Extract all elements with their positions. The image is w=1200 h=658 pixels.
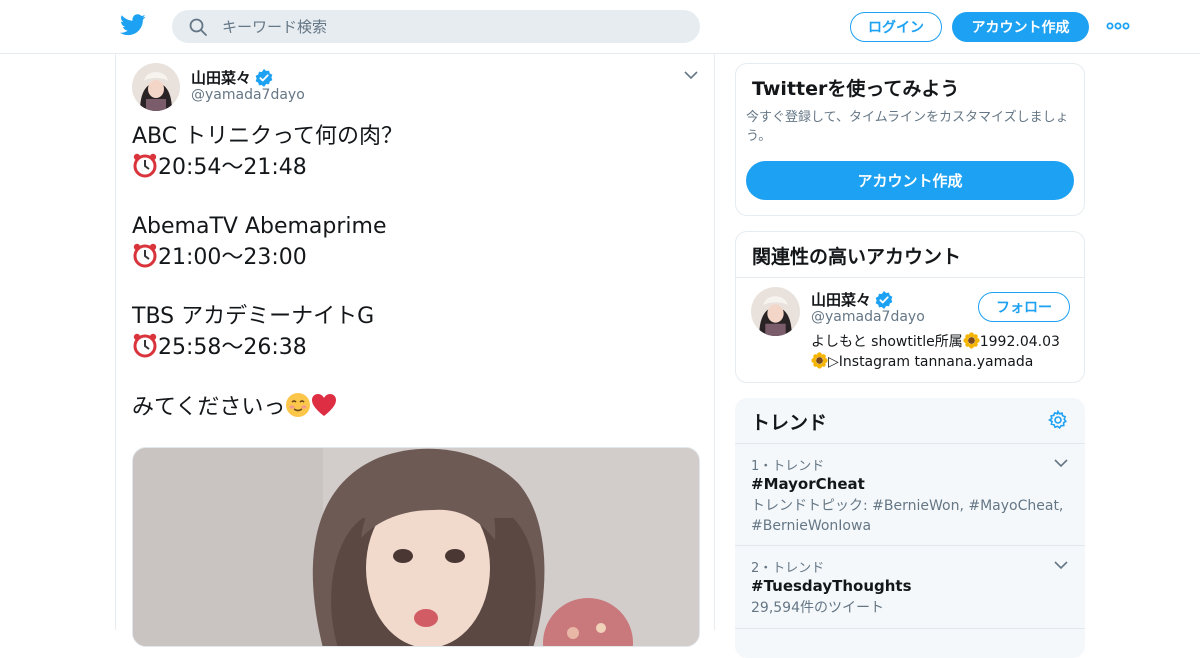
divider [735, 628, 1085, 629]
alarm-clock-icon [133, 243, 157, 268]
more-dots-icon[interactable] [1106, 19, 1130, 33]
tweet-line-text: 25:58〜26:38 [158, 335, 307, 360]
trend-rank: 1・トレンド [751, 459, 825, 474]
trend-description: トレンドトピック: #BernieWon, #MayoCheat, #Berni… [751, 498, 1064, 534]
related-account-bio: よしもと showtitle所属 1992.04.03 ▷Instagram t… [811, 332, 1071, 372]
alarm-clock-icon [133, 153, 157, 178]
alarm-clock-icon [133, 333, 157, 358]
tweet-line-text: 21:00〜23:00 [158, 245, 307, 270]
signup-button[interactable]: アカウント作成 [952, 12, 1089, 42]
login-button[interactable]: ログイン [850, 12, 942, 42]
tweet-line: 21:00〜23:00 [132, 242, 692, 272]
search-input[interactable] [222, 10, 682, 43]
signup-card: Twitterを使ってみよう 今すぐ登録して、タイムラインをカスタマイズしましょ… [735, 63, 1085, 216]
author-name-text[interactable]: 山田菜々 [191, 67, 251, 88]
red-heart-icon [312, 394, 337, 416]
trend-description: 29,594件のツイート [751, 600, 884, 616]
bio-text: ▷Instagram tannana.yamada [828, 354, 1034, 370]
twitter-bird-icon[interactable] [120, 14, 146, 36]
tweet-panel: 山田菜々 @yamada7dayo ABC トリニクって何の肉？ 20:54〜2… [115, 54, 715, 647]
create-account-button[interactable]: アカウント作成 [746, 161, 1074, 200]
bio-text: 1992.04.03 [979, 334, 1060, 350]
trends-card: トレンド 1・トレンド #MayorCheat トレンドトピック: #Berni… [735, 398, 1085, 658]
verified-badge-icon [255, 68, 273, 87]
chevron-down-icon[interactable] [684, 70, 698, 80]
chevron-down-icon[interactable] [1054, 560, 1068, 570]
trend-hashtag[interactable]: #TuesdayThoughts [751, 577, 912, 595]
tweet-line: 25:58〜26:38 [132, 332, 692, 362]
related-account-handle[interactable]: @yamada7dayo [811, 309, 925, 325]
sunflower-icon [811, 352, 828, 369]
follow-button[interactable]: フォロー [978, 292, 1070, 322]
tweet-line: 20:54〜21:48 [132, 152, 692, 182]
avatar[interactable] [751, 287, 800, 336]
gear-icon[interactable] [1048, 410, 1068, 430]
search-icon [189, 18, 207, 36]
tweet-body: ABC トリニクって何の肉？ 20:54〜21:48 AbemaTV Abema… [132, 122, 692, 422]
tweet-line-text: 20:54〜21:48 [158, 155, 307, 180]
top-navigation-bar: ログイン アカウント作成 [0, 0, 1200, 54]
related-account-name-text[interactable]: 山田菜々 [811, 289, 871, 310]
tweet-line: TBS アカデミーナイトG [132, 304, 375, 329]
verified-badge-icon [875, 290, 893, 309]
signup-card-description: 今すぐ登録して、タイムラインをカスタマイズしましょう。 [746, 110, 1069, 144]
trends-title: トレンド [751, 412, 828, 434]
author-name[interactable]: 山田菜々 [191, 67, 273, 88]
tweet-line-text: みてくださいっ [132, 395, 286, 420]
bio-text: よしもと showtitle所属 [811, 334, 963, 350]
trend-item[interactable]: 2・トレンド #TuesdayThoughts 29,594件のツイート [735, 546, 1085, 628]
trend-item[interactable]: 1・トレンド #MayorCheat トレンドトピック: #BernieWon,… [735, 444, 1085, 545]
tweet-line: みてくださいっ [132, 392, 692, 422]
search-box[interactable] [172, 10, 700, 43]
smiling-face-icon [286, 393, 311, 417]
chevron-down-icon[interactable] [1054, 458, 1068, 468]
tweet-line: ABC トリニクって何の肉？ [132, 124, 404, 149]
related-account-name[interactable]: 山田菜々 [811, 289, 893, 310]
avatar[interactable] [132, 63, 180, 111]
tweet-line: AbemaTV Abemaprime [132, 214, 387, 239]
signup-card-title: Twitterを使ってみよう [752, 78, 960, 100]
divider [736, 277, 1084, 278]
tweet-photo[interactable] [132, 447, 700, 647]
trend-rank: 2・トレンド [751, 561, 825, 576]
trend-hashtag[interactable]: #MayorCheat [751, 475, 865, 493]
related-accounts-card: 関連性の高いアカウント 山田菜々 @yamada7dayo フォロー よしもと … [735, 231, 1085, 383]
related-accounts-title: 関連性の高いアカウント [752, 246, 962, 268]
sunflower-icon [963, 332, 980, 349]
author-handle[interactable]: @yamada7dayo [191, 87, 305, 103]
